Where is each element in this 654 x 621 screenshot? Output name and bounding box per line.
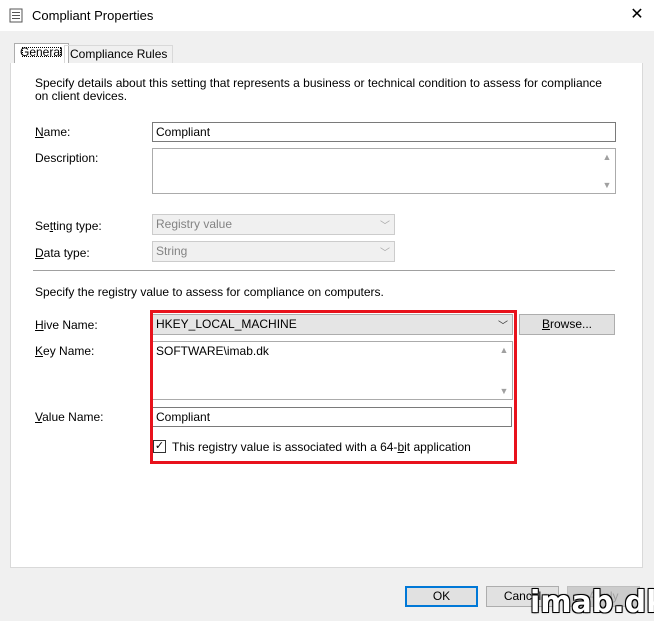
data-type-label: Data type: xyxy=(35,246,90,260)
key-name-label: Key Name: xyxy=(35,344,95,358)
registry-section-text: Specify the registry value to assess for… xyxy=(35,285,384,299)
setting-type-label: Setting type: xyxy=(35,219,102,233)
scroll-down-icon[interactable]: ▼ xyxy=(601,180,613,190)
value-name-label: Value Name: xyxy=(35,410,104,424)
data-type-value: String xyxy=(156,244,188,258)
tab-compliance-rules[interactable]: Compliance Rules xyxy=(64,45,174,63)
hive-name-label: Hive Name: xyxy=(35,318,98,332)
tab-general[interactable]: General xyxy=(14,43,69,64)
name-label: Name: xyxy=(35,125,71,139)
setting-type-value: Registry value xyxy=(156,217,233,231)
tab-compliance-rules-label: Compliance Rules xyxy=(70,47,168,61)
data-type-select: String ﹀ xyxy=(152,241,395,262)
intro-text: Specify details about this setting that … xyxy=(35,76,602,103)
separator xyxy=(33,270,615,271)
setting-type-select: Registry value ﹀ xyxy=(152,214,395,235)
scroll-up-icon[interactable]: ▲ xyxy=(601,152,613,162)
properties-icon xyxy=(9,8,23,23)
close-icon[interactable]: ✕ xyxy=(626,5,648,25)
description-input[interactable]: ▲ ▼ xyxy=(152,148,616,194)
description-label: Description: xyxy=(35,151,99,165)
tab-general-label: General xyxy=(20,45,63,59)
ok-button[interactable]: OK xyxy=(405,586,478,607)
chevron-down-icon: ﹀ xyxy=(380,248,390,259)
name-input[interactable]: Compliant xyxy=(152,122,616,142)
highlight-box xyxy=(150,310,517,464)
chevron-down-icon: ﹀ xyxy=(380,221,390,232)
browse-button[interactable]: Browse... xyxy=(519,314,615,335)
watermark: imab.dk xyxy=(530,585,654,620)
window-title: Compliant Properties xyxy=(32,8,154,23)
